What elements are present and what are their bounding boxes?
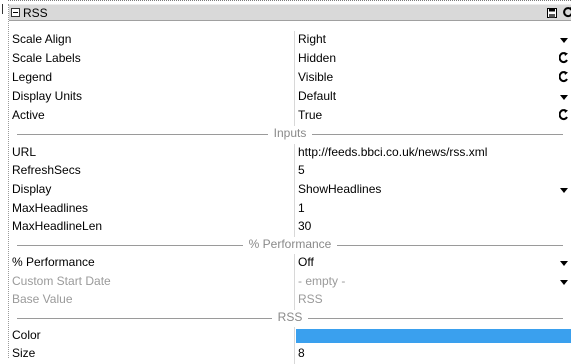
property-grid: RSS Scale Align Right Scale Labels Hidde… xyxy=(0,0,571,364)
row-label: Base Value xyxy=(12,292,73,306)
column-divider xyxy=(294,273,295,292)
display-units-value[interactable]: Default xyxy=(298,89,548,103)
column-divider xyxy=(294,181,295,200)
collapse-icon[interactable] xyxy=(11,8,20,17)
column-divider xyxy=(294,218,295,237)
row-label: MaxHeadlineLen xyxy=(12,219,103,233)
top-divider xyxy=(8,0,571,3)
section-title: RSS xyxy=(271,310,309,324)
column-divider xyxy=(294,50,295,69)
column-divider xyxy=(294,327,295,346)
max-headline-len-value[interactable]: 30 xyxy=(298,219,548,233)
row-max-headline-len[interactable]: MaxHeadlineLen 30 xyxy=(9,218,571,237)
row-label: Display Units xyxy=(12,89,83,103)
row-active[interactable]: Active True xyxy=(9,107,571,126)
row-label: RefreshSecs xyxy=(12,163,81,177)
row-label: MaxHeadlines xyxy=(12,201,89,215)
max-headlines-value[interactable]: 1 xyxy=(298,201,548,215)
performance-value[interactable]: Off xyxy=(298,255,548,269)
section-rss: RSS xyxy=(9,309,571,328)
row-label: Display xyxy=(12,182,52,196)
row-label: Color xyxy=(12,328,41,342)
column-divider xyxy=(294,162,295,181)
column-divider xyxy=(294,69,295,88)
panel-header: RSS xyxy=(9,4,571,21)
row-performance[interactable]: % Performance Off xyxy=(9,254,571,273)
url-value[interactable]: http://feeds.bbci.co.uk/news/rss.xml xyxy=(298,145,548,159)
scale-align-value[interactable]: Right xyxy=(298,32,548,46)
row-custom-start-date: Custom Start Date - empty - xyxy=(9,273,571,292)
row-label: Scale Labels xyxy=(12,51,81,65)
column-divider xyxy=(294,200,295,219)
row-url[interactable]: URL http://feeds.bbci.co.uk/news/rss.xml xyxy=(9,144,571,163)
column-divider xyxy=(294,291,295,310)
active-value[interactable]: True xyxy=(298,108,548,122)
row-display-units[interactable]: Display Units Default xyxy=(9,88,571,107)
row-label: Active xyxy=(12,108,45,122)
section-inputs: Inputs xyxy=(9,125,571,144)
row-label: Custom Start Date xyxy=(12,274,111,288)
row-color[interactable]: Color xyxy=(9,327,571,346)
row-display[interactable]: Display ShowHeadlines xyxy=(9,181,571,200)
dropdown-arrow-icon[interactable] xyxy=(560,261,568,266)
row-refresh-secs[interactable]: RefreshSecs 5 xyxy=(9,162,571,181)
column-divider xyxy=(294,31,295,50)
panel-title: RSS xyxy=(23,6,48,20)
custom-start-date-value: - empty - xyxy=(298,274,346,288)
row-size[interactable]: Size 8 xyxy=(9,345,571,364)
dropdown-arrow-icon[interactable] xyxy=(560,38,568,43)
row-scale-labels[interactable]: Scale Labels Hidden xyxy=(9,50,571,69)
cycle-icon[interactable] xyxy=(559,71,569,83)
base-value-value: RSS xyxy=(298,292,323,306)
refresh-secs-value[interactable]: 5 xyxy=(298,163,548,177)
row-label: URL xyxy=(12,145,37,159)
legend-value[interactable]: Visible xyxy=(298,70,548,84)
left-rail xyxy=(0,4,9,358)
column-divider xyxy=(294,144,295,163)
row-label: Legend xyxy=(12,70,53,84)
column-divider xyxy=(294,88,295,107)
display-value[interactable]: ShowHeadlines xyxy=(298,182,548,196)
refresh-icon[interactable] xyxy=(562,6,571,18)
section-title: Inputs xyxy=(267,126,313,140)
scale-labels-value[interactable]: Hidden xyxy=(298,51,548,65)
section-title: % Performance xyxy=(242,237,338,251)
row-label: Scale Align xyxy=(12,32,72,46)
row-label: % Performance xyxy=(12,255,95,269)
column-divider xyxy=(294,254,295,273)
row-scale-align[interactable]: Scale Align Right xyxy=(9,31,571,50)
cycle-icon[interactable] xyxy=(559,109,569,121)
column-divider xyxy=(294,107,295,126)
row-legend[interactable]: Legend Visible xyxy=(9,69,571,88)
section-performance: % Performance xyxy=(9,236,571,255)
row-max-headlines[interactable]: MaxHeadlines 1 xyxy=(9,200,571,219)
row-base-value: Base Value RSS xyxy=(9,291,571,310)
dropdown-arrow-icon[interactable] xyxy=(560,188,568,193)
color-swatch[interactable] xyxy=(296,329,571,343)
column-divider xyxy=(294,345,295,364)
save-icon[interactable] xyxy=(547,8,557,18)
dropdown-arrow-icon[interactable] xyxy=(560,95,568,100)
dropdown-arrow-icon xyxy=(560,280,568,285)
cycle-icon[interactable] xyxy=(559,52,569,64)
